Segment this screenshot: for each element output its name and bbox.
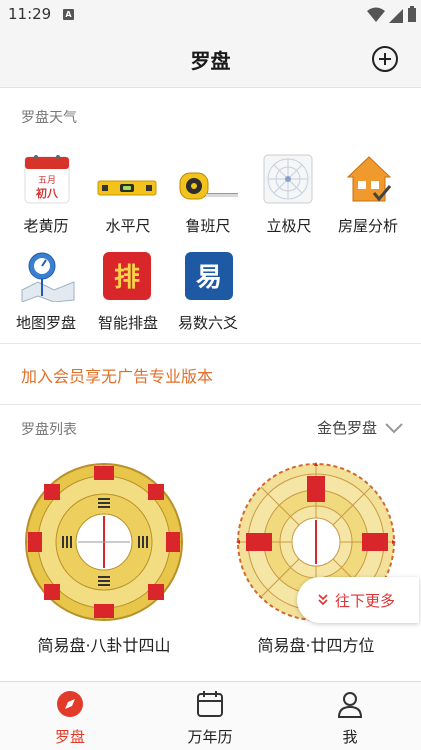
tool-label: 老黄历	[23, 217, 69, 235]
nav-item-compass[interactable]: 罗盘	[20, 688, 120, 748]
nav-label: 罗盘	[54, 728, 85, 746]
tape-measure-icon	[179, 172, 238, 200]
compass-filter-dropdown[interactable]: 金色罗盘	[317, 417, 403, 438]
yi-glyph: 易	[196, 263, 222, 293]
compass-card-bagua[interactable]: 简易盘·八卦廿四山	[14, 462, 194, 655]
yi-icon: 易	[185, 252, 233, 300]
weather-section-label[interactable]: 罗盘天气	[21, 107, 77, 127]
divider	[0, 343, 421, 344]
calendar-month-text: 五月	[38, 175, 56, 186]
person-icon	[337, 692, 363, 718]
double-chevron-down-icon	[318, 594, 328, 606]
house-icon	[346, 156, 392, 202]
calendar-icon: 五月 初八	[24, 155, 70, 204]
bottom-nav: 罗盘 万年历 我	[0, 681, 421, 750]
calendar-day-text: 初八	[36, 186, 59, 200]
signal-icon	[389, 8, 403, 23]
compass-name: 简易盘·八卦廿四山	[37, 636, 171, 655]
status-time: 11:29	[8, 5, 52, 23]
bagua-compass-image	[25, 463, 183, 621]
map-pin-icon	[21, 252, 75, 302]
scroll-more-button[interactable]: 往下更多	[297, 577, 419, 623]
tool-calendar[interactable]: 五月 初八 老黄历	[4, 145, 88, 235]
battery-icon	[408, 6, 416, 22]
tool-label: 水平尺	[105, 217, 151, 235]
compass-name: 简易盘·廿四方位	[257, 636, 375, 655]
membership-link[interactable]: 加入会员享无广告专业版本	[21, 363, 213, 387]
grid-circle-icon	[263, 154, 313, 204]
tool-label: 地图罗盘	[15, 314, 76, 332]
tool-map-compass[interactable]: 地图罗盘	[4, 242, 88, 332]
level-icon	[97, 180, 157, 196]
tool-pai[interactable]: 排 智能排盘	[86, 242, 170, 332]
nav-label: 万年历	[187, 728, 233, 746]
chevron-down-icon	[385, 422, 403, 433]
nav-label: 我	[342, 728, 358, 746]
divider	[0, 404, 421, 405]
app-header: 罗盘	[0, 30, 421, 88]
tool-liji[interactable]: 立极尺	[247, 145, 331, 235]
tool-label: 易数六爻	[177, 314, 238, 332]
tool-yi[interactable]: 易 易数六爻	[166, 242, 250, 332]
tool-label: 房屋分析	[337, 217, 398, 235]
pai-glyph: 排	[114, 263, 140, 293]
status-icons	[367, 6, 417, 23]
wifi-icon	[367, 7, 385, 22]
page-title: 罗盘	[190, 49, 231, 73]
calendar-outline-icon	[197, 691, 223, 717]
status-bar: 11:29 A	[0, 0, 421, 30]
compass-icon	[57, 691, 83, 717]
tool-label: 智能排盘	[97, 314, 158, 332]
compass-list-label: 罗盘列表	[21, 422, 77, 438]
tool-tape[interactable]: 鲁班尺	[166, 145, 250, 235]
tool-label: 鲁班尺	[185, 217, 231, 235]
notification-icon: A	[63, 9, 74, 20]
compass-filter-value: 金色罗盘	[316, 419, 377, 437]
scroll-more-label: 往下更多	[335, 591, 396, 610]
tool-level[interactable]: 水平尺	[86, 145, 170, 235]
add-button[interactable]	[372, 46, 398, 72]
nav-item-me[interactable]: 我	[300, 688, 400, 748]
nav-item-calendar[interactable]: 万年历	[160, 688, 260, 748]
tool-house[interactable]: 房屋分析	[326, 145, 410, 235]
pai-icon: 排	[103, 252, 151, 300]
